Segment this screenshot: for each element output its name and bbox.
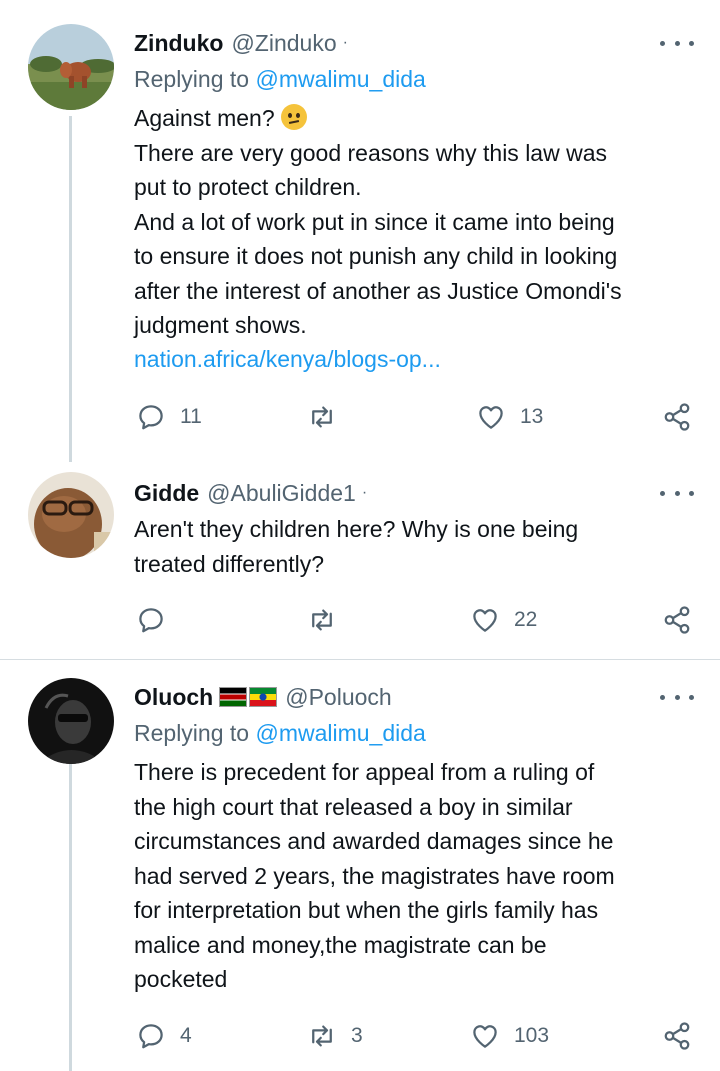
more-options-button[interactable] [660, 687, 694, 707]
action-bar: 11 13 [134, 399, 694, 435]
person-photo-icon [28, 678, 114, 764]
retweet-icon [312, 609, 332, 631]
avatar-zinduko[interactable] [28, 24, 114, 110]
action-bar: 22 [134, 602, 694, 638]
share-icon [664, 1022, 690, 1050]
retweet-icon [312, 406, 332, 428]
replying-to: Replying to @mwalimu_dida [134, 720, 426, 747]
replying-label: Replying to [134, 720, 250, 746]
replying-label: Replying to [134, 66, 250, 92]
retweet-button[interactable] [307, 602, 351, 638]
heart-icon [473, 1025, 497, 1048]
thread-line [69, 764, 72, 1071]
reply-button[interactable]: 11 [136, 399, 202, 435]
separator-dot: · [342, 34, 348, 51]
more-dot-icon [674, 694, 680, 700]
reply-icon [139, 405, 163, 430]
tweet-text-body: There are very good reasons why this law… [134, 139, 622, 339]
reply-count: 4 [180, 1024, 192, 1047]
like-button[interactable]: 103 [470, 1018, 549, 1054]
retweet-icon [312, 1025, 332, 1047]
more-dot-icon [689, 694, 694, 700]
like-count: 22 [514, 608, 538, 631]
more-dot-icon [689, 40, 694, 46]
thread-line [69, 116, 72, 462]
article-link[interactable]: nation.africa/kenya/blogs-op... [134, 346, 441, 373]
separator-dot: · [361, 484, 368, 501]
reply-icon [139, 608, 163, 633]
tweet-zinduko[interactable]: Zinduko @Zinduko · Replying to @mwalimu_… [0, 0, 720, 462]
mention-link[interactable]: @mwalimu_dida [255, 66, 425, 92]
share-icon [664, 606, 690, 634]
reply-button[interactable] [136, 602, 180, 638]
like-count: 13 [520, 405, 544, 428]
retweet-button[interactable]: 3 [307, 1018, 363, 1054]
more-dot-icon [674, 490, 680, 496]
tweet-text: Against men? There are very good reasons… [134, 101, 704, 343]
heart-icon [479, 406, 503, 429]
tweet-text: There is precedent for appeal from a rul… [134, 759, 615, 992]
more-dot-icon [660, 40, 665, 46]
share-icon [664, 403, 690, 431]
reply-icon [139, 1024, 163, 1049]
more-dot-icon [660, 490, 665, 496]
share-button[interactable] [662, 399, 692, 435]
kenya-flag-icon [219, 687, 248, 707]
like-button[interactable]: 13 [476, 399, 543, 435]
share-button[interactable] [662, 602, 692, 638]
author-name[interactable]: Oluoch [134, 684, 213, 711]
tweet-gidde[interactable]: Gidde @AbuliGidde1 · Aren't they childre… [0, 462, 720, 660]
share-button[interactable] [662, 1018, 692, 1054]
tweet-text-line: Against men? [134, 105, 275, 131]
ethiopia-flag-icon [249, 687, 278, 707]
avatar-gidde[interactable] [28, 472, 114, 558]
action-bar: 4 3 103 [134, 1018, 694, 1054]
author-handle[interactable]: @AbuliGidde1 [207, 480, 356, 507]
author-name[interactable]: Gidde [134, 480, 199, 507]
more-options-button[interactable] [660, 483, 694, 503]
like-button[interactable]: 22 [470, 602, 537, 638]
more-dot-icon [660, 694, 665, 700]
like-count: 103 [514, 1024, 550, 1047]
avatar-oluoch[interactable] [28, 678, 114, 764]
retweet-count: 3 [351, 1024, 363, 1047]
reply-count: 11 [180, 405, 202, 428]
mention-link[interactable]: @mwalimu_dida [255, 720, 425, 746]
elephant-photo-icon [28, 24, 114, 110]
tweet-oluoch[interactable]: Oluoch @Poluoch Replying to @mwalimu_did… [0, 660, 720, 1071]
more-dot-icon [674, 40, 680, 46]
more-options-button[interactable] [660, 33, 694, 53]
reply-button[interactable]: 4 [136, 1018, 192, 1054]
more-dot-icon [689, 490, 694, 496]
tweet-text: Aren't they children here? Why is one be… [134, 516, 579, 577]
author-name[interactable]: Zinduko [134, 30, 223, 57]
heart-icon [473, 609, 497, 632]
replying-to: Replying to @mwalimu_dida [134, 66, 426, 93]
person-photo-icon [28, 472, 114, 558]
author-handle[interactable]: @Zinduko [231, 30, 336, 57]
confused-face-icon [280, 104, 307, 130]
retweet-button[interactable] [307, 399, 351, 435]
author-handle[interactable]: @Poluoch [285, 684, 391, 711]
